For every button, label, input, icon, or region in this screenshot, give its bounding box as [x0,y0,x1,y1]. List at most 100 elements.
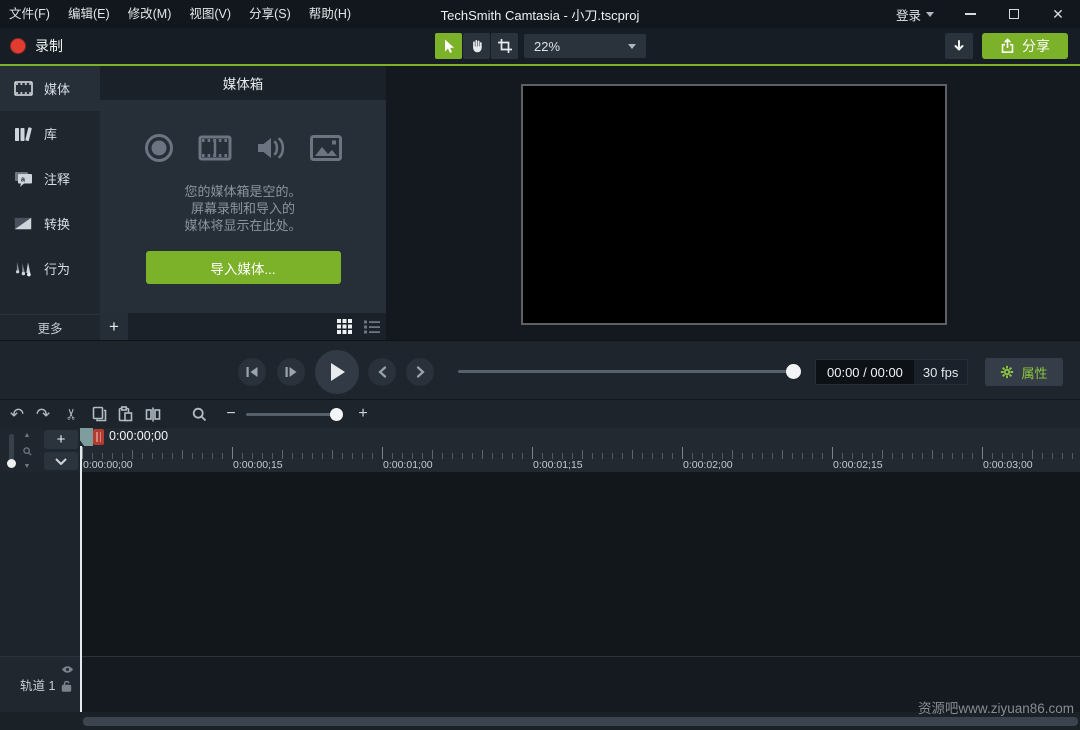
timeline-zoom-slider-knob[interactable] [330,408,343,421]
record-button[interactable]: 录制 [10,28,63,64]
magnifier-icon [192,407,206,421]
menu-modify[interactable]: 修改(M) [119,0,181,28]
step-back-button[interactable] [238,358,266,386]
pan-tool-button[interactable] [463,33,490,59]
behaviors-icon [13,261,33,277]
scissors-icon: ✂ [62,407,80,421]
timeline-zoom-slider-track[interactable] [246,413,334,416]
split-button[interactable] [142,403,164,425]
playback-bar: 00:00 / 00:00 30 fps 属性 [0,340,1080,399]
preview-stage[interactable] [521,84,947,325]
ruler-tick [232,447,233,459]
sidebar-item-library[interactable]: 库 [0,111,100,156]
add-bin-tab-button[interactable]: + [100,313,128,340]
crop-icon [497,39,512,53]
callout-icon: a [13,171,33,187]
seek-slider-track[interactable] [458,370,800,373]
titlebar: 文件(F) 编辑(E) 修改(M) 视图(V) 分享(S) 帮助(H) Tech… [0,0,1080,28]
sidebar-item-annotations[interactable]: a 注释 [0,156,100,201]
ruler-label: 0:00:02;15 [833,459,883,471]
ruler-ticks [82,446,1080,459]
frame-rate[interactable]: 30 fps [913,360,968,384]
menu-file[interactable]: 文件(F) [0,0,59,28]
import-media-button[interactable]: 导入媒体... [145,251,341,284]
import-media-label: 导入媒体... [210,261,276,277]
time-display: 00:00 / 00:00 [827,364,903,380]
ruler-tick [982,447,983,459]
redo-button[interactable]: ↷ [32,403,54,425]
canvas-zoom-value: 22% [534,38,561,54]
playhead-out-marker[interactable] [93,429,104,445]
sign-in-button[interactable]: 登录 [882,5,948,24]
cursor-icon [444,39,454,53]
copy-button[interactable] [88,403,110,425]
sidebar-item-behaviors[interactable]: 行为 [0,246,100,291]
ruler-label: 0:00:00;00 [83,459,133,471]
ruler-tick [182,450,183,459]
zoom-out-button[interactable]: − [220,403,242,425]
menu-share[interactable]: 分享(S) [240,0,300,28]
timeline-ruler[interactable]: 0:00:00;00 0:00:00;00 0:00:00;15 0:00:01… [80,428,1080,472]
sign-in-label: 登录 [895,8,921,23]
maximize-button[interactable] [992,0,1036,28]
media-bin-title: 媒体箱 [100,66,386,100]
track-height-knob[interactable] [7,459,16,468]
toolbar: 录制 22% 分享 [0,28,1080,64]
menu-edit[interactable]: 编辑(E) [59,0,119,28]
redo-icon: ↷ [35,404,51,424]
add-track-button[interactable]: + [44,430,78,449]
eye-icon[interactable] [61,665,74,674]
sidebar-item-media[interactable]: 媒体 [0,66,100,111]
ruler-tick [482,450,483,459]
chevron-left-icon [377,366,386,378]
track-header[interactable]: 轨道 1 [0,657,80,712]
chevron-down-icon [55,457,67,465]
zoom-in-button[interactable]: + [352,403,374,425]
minus-icon: − [226,405,236,422]
ruler-tick [1032,450,1033,459]
media-bin-empty-message: 您的媒体箱是空的。 屏幕录制和导入的 媒体将显示在此处。 [184,183,301,234]
undo-button[interactable]: ↶ [6,403,28,425]
canvas-zoom-dropdown[interactable]: 22% [524,34,646,58]
paste-icon [118,406,132,422]
export-local-button[interactable] [945,33,973,59]
sidebar: 媒体 库 a 注释 转换 行为 更多 [0,66,100,340]
close-button[interactable]: ✕ [1036,0,1080,28]
ruler-tick [82,447,83,459]
timeline-zoom-button[interactable] [188,403,210,425]
previous-button[interactable] [368,358,396,386]
minimize-button[interactable] [948,0,992,28]
crop-tool-button[interactable] [491,33,518,59]
audio-icon [258,137,285,159]
cursor-tool-button[interactable] [435,33,462,59]
share-button[interactable]: 分享 [982,33,1068,59]
list-view-button[interactable] [361,316,382,337]
horizontal-scrollbar[interactable] [83,717,1078,726]
close-icon: ✕ [1052,6,1064,22]
ruler-tick [132,450,133,459]
track-options-button[interactable] [44,452,78,470]
sidebar-more-button[interactable]: 更多 [0,314,100,340]
media-bin-footer: + [100,313,386,340]
track-height-zoom[interactable]: ▲ ▼ [20,432,34,470]
seek-slider-knob[interactable] [786,364,801,379]
properties-button[interactable]: 属性 [985,358,1063,386]
playhead-flag[interactable] [80,428,93,446]
sidebar-item-transitions[interactable]: 转换 [0,201,100,246]
ruler-tick [782,450,783,459]
next-button[interactable] [406,358,434,386]
unlock-icon[interactable] [61,680,72,692]
media-bin-body: 您的媒体箱是空的。 屏幕录制和导入的 媒体将显示在此处。 导入媒体... [100,100,386,313]
menu-view[interactable]: 视图(V) [180,0,240,28]
transition-icon [13,217,33,230]
step-forward-button[interactable] [277,358,305,386]
playhead-line[interactable] [80,446,82,712]
menu-help[interactable]: 帮助(H) [300,0,360,28]
grid-view-button[interactable] [334,316,355,337]
paste-button[interactable] [114,403,136,425]
cut-button[interactable]: ✂ [60,403,82,425]
chevron-right-icon [416,366,425,378]
timeline-tracks: 轨道 1 [0,472,1080,712]
ruler-tick [932,450,933,459]
play-button[interactable] [315,350,359,394]
